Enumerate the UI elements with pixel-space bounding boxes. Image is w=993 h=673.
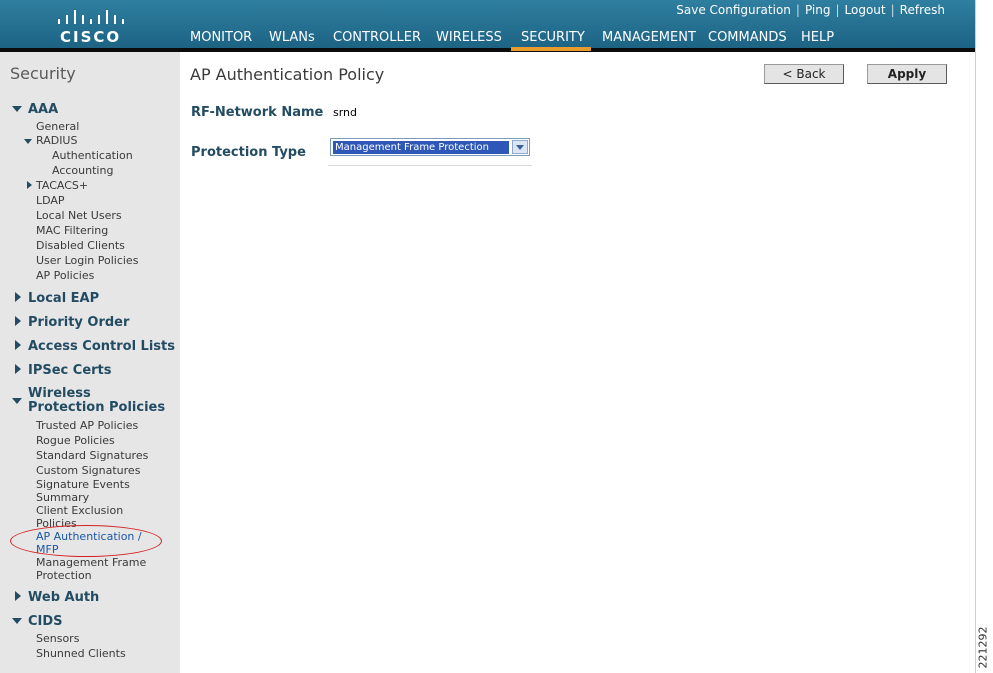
rf-network-name-label: RF-Network Name — [191, 105, 324, 120]
collapse-triangle-icon[interactable] — [27, 181, 32, 189]
sidebar-item-ap-policies[interactable]: AP Policies — [36, 269, 94, 282]
expand-triangle-icon[interactable] — [24, 139, 32, 144]
sidebar-title: Security — [10, 64, 76, 83]
top-links: Save Configuration | Ping | Logout | Refresh — [676, 3, 945, 17]
sidebar-item-shunned-clients[interactable]: Shunned Clients — [36, 647, 126, 660]
sidebar-item-standard-signatures[interactable]: Standard Signatures — [36, 449, 148, 462]
chevron-down-icon[interactable] — [512, 140, 528, 154]
sidebar-section-aaa[interactable]: AAA — [28, 102, 58, 117]
nav-monitor[interactable]: MONITOR — [190, 30, 252, 45]
expand-triangle-icon[interactable] — [12, 398, 22, 404]
active-tab-indicator — [511, 47, 591, 51]
sidebar-item-trusted-ap-policies[interactable]: Trusted AP Policies — [36, 419, 138, 432]
expand-triangle-icon[interactable] — [12, 106, 22, 112]
nav-commands[interactable]: COMMANDS — [708, 30, 787, 45]
sidebar-section-cids[interactable]: CIDS — [28, 614, 63, 629]
sidebar-item-user-login-policies[interactable]: User Login Policies — [36, 254, 138, 267]
sidebar-item-disabled-clients[interactable]: Disabled Clients — [36, 239, 125, 252]
page-title: AP Authentication Policy — [190, 65, 385, 84]
sidebar-item-sensors[interactable]: Sensors — [36, 632, 79, 645]
logout-link[interactable]: Logout — [845, 3, 886, 17]
collapse-triangle-icon[interactable] — [15, 340, 21, 350]
collapse-triangle-icon[interactable] — [15, 316, 21, 326]
protection-type-selected-value: Management Frame Protection — [332, 140, 510, 155]
sidebar: Security AAA General RADIUS Authenticati… — [0, 52, 180, 673]
cisco-logo-bars-icon — [56, 6, 126, 24]
sidebar-item-radius[interactable]: RADIUS — [36, 134, 77, 147]
protection-type-select[interactable]: Management Frame Protection — [330, 138, 530, 156]
figure-id: 221292 — [976, 625, 993, 671]
sidebar-section-ipsec-certs[interactable]: IPSec Certs — [28, 363, 112, 378]
sidebar-item-ldap[interactable]: LDAP — [36, 194, 65, 207]
cisco-logo: CISCO — [56, 6, 126, 46]
sidebar-section-access-control-lists[interactable]: Access Control Lists — [28, 339, 175, 354]
nav-help[interactable]: HELP — [801, 30, 834, 45]
right-border — [975, 0, 976, 673]
collapse-triangle-icon[interactable] — [15, 292, 21, 302]
sidebar-item-custom-signatures[interactable]: Custom Signatures — [36, 464, 140, 477]
sidebar-item-tacacs[interactable]: TACACS+ — [36, 179, 88, 192]
nav-controller[interactable]: CONTROLLER — [333, 30, 421, 45]
nav-security[interactable]: SECURITY — [521, 30, 585, 45]
sidebar-item-signature-events-summary[interactable]: Signature Events Summary — [36, 478, 146, 504]
collapse-triangle-icon[interactable] — [15, 364, 21, 374]
save-configuration-link[interactable]: Save Configuration — [676, 3, 791, 17]
nav-wireless[interactable]: WIRELESS — [436, 30, 502, 45]
sidebar-section-wireless-protection-policies[interactable]: Wireless Protection Policies — [28, 387, 168, 415]
header-bar: CISCO Save Configuration | Ping | Logout | Ref… — [0, 0, 975, 48]
sidebar-item-local-net-users[interactable]: Local Net Users — [36, 209, 122, 222]
sidebar-item-rogue-policies[interactable]: Rogue Policies — [36, 434, 115, 447]
highlight-ellipse — [10, 525, 162, 557]
sidebar-item-general[interactable]: General — [36, 120, 79, 133]
nav-management[interactable]: MANAGEMENT — [602, 30, 696, 45]
sidebar-section-web-auth[interactable]: Web Auth — [28, 590, 99, 605]
protection-type-label: Protection Type — [191, 145, 306, 160]
sidebar-item-mac-filtering[interactable]: MAC Filtering — [36, 224, 108, 237]
figure-id-text: 221292 — [976, 626, 990, 669]
apply-button[interactable]: Apply — [867, 64, 947, 84]
nav-wlans[interactable]: WLANs — [269, 30, 315, 45]
collapse-triangle-icon[interactable] — [15, 591, 21, 601]
sidebar-item-management-frame-protection[interactable]: Management Frame Protection — [36, 556, 156, 582]
sidebar-section-priority-order[interactable]: Priority Order — [28, 315, 129, 330]
field-divider — [328, 165, 532, 166]
logo-text: CISCO — [60, 28, 122, 46]
sidebar-item-accounting[interactable]: Accounting — [52, 164, 113, 177]
refresh-link[interactable]: Refresh — [900, 3, 945, 17]
sidebar-item-authentication[interactable]: Authentication — [52, 149, 133, 162]
rf-network-name-value: srnd — [333, 106, 358, 119]
sidebar-section-local-eap[interactable]: Local EAP — [28, 291, 99, 306]
expand-triangle-icon[interactable] — [12, 618, 22, 624]
ping-link[interactable]: Ping — [805, 3, 831, 17]
back-button[interactable]: < Back — [764, 64, 844, 84]
